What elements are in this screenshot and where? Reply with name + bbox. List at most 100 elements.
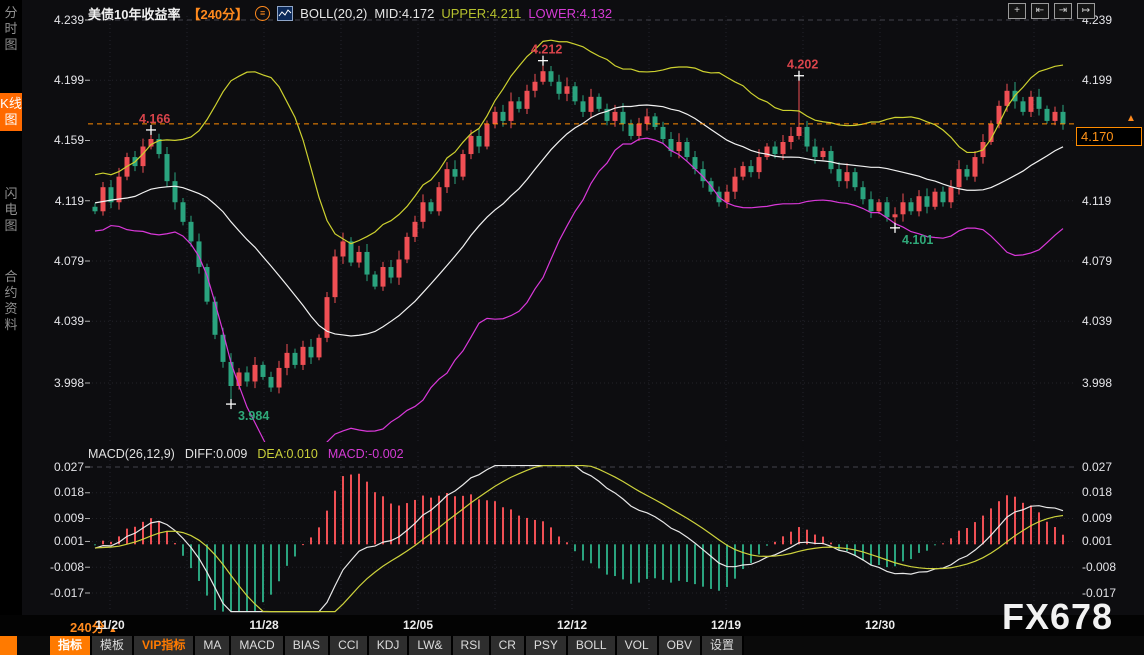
candle-body: [93, 207, 98, 212]
fx678-watermark: FX678: [1002, 596, 1113, 638]
sidebar-item-kline-chart[interactable]: K线图: [0, 93, 22, 131]
candle-body: [589, 97, 594, 112]
candle-body: [661, 127, 666, 139]
candle-body: [901, 202, 906, 214]
toolbar-item-cci[interactable]: CCI: [330, 636, 369, 655]
candle-body: [1029, 97, 1034, 112]
macd-histogram-bar: [534, 520, 536, 544]
candle-body: [261, 365, 266, 377]
macd-histogram-bar: [566, 542, 568, 544]
sidebar-item-time-chart[interactable]: 分时图: [0, 2, 22, 56]
macd-histogram-bar: [766, 544, 768, 545]
candle-body: [725, 192, 730, 203]
go-latest-icon[interactable]: ↦: [1077, 3, 1095, 19]
macd-histogram-bar: [630, 544, 632, 583]
macd-histogram-bar: [1038, 512, 1040, 544]
candle-body: [269, 377, 274, 388]
macd-histogram-bar: [390, 504, 392, 545]
toolbar-item-bias[interactable]: BIAS: [285, 636, 330, 655]
candle-body: [677, 142, 682, 151]
candle-body: [557, 82, 562, 94]
macd-histogram-bar: [718, 544, 720, 590]
macd-histogram-bar: [478, 499, 480, 544]
toolbar-item-rsi[interactable]: RSI: [453, 636, 491, 655]
macd-histogram-bar: [678, 544, 680, 580]
y-axis-label: 4.079: [1082, 254, 1140, 268]
candle-body: [293, 353, 298, 365]
toolbar-item-vol[interactable]: VOL: [617, 636, 659, 655]
sidebar-item-label: 闪电图: [4, 186, 17, 233]
candle-body: [629, 124, 634, 136]
macd-histogram-bar: [662, 544, 664, 580]
candle-body: [1061, 112, 1066, 124]
macd-histogram-bar: [558, 536, 560, 544]
candle-body: [837, 169, 842, 181]
macd-histogram-bar: [318, 527, 320, 544]
macd-histogram-bar: [998, 501, 1000, 544]
candle-body: [861, 187, 866, 199]
y-axis-label: 4.199: [1082, 73, 1140, 87]
macd-histogram-bar: [174, 543, 176, 544]
sidebar-item-contract-info[interactable]: 合约资料: [0, 266, 22, 336]
candle-body: [1021, 101, 1026, 112]
x-axis-date: 11/20: [88, 618, 132, 632]
candle-body: [165, 154, 170, 181]
toolbar-item-template[interactable]: 模板: [92, 636, 134, 655]
candle-body: [765, 147, 770, 158]
candle-body: [245, 372, 250, 381]
toolbar-item-ma[interactable]: MA: [195, 636, 231, 655]
candle-body: [573, 86, 578, 101]
macd-axis-label: -0.008: [1082, 560, 1140, 574]
sidebar-item-flash-chart[interactable]: 闪电图: [0, 183, 22, 237]
toolbar-item-psy[interactable]: PSY: [526, 636, 568, 655]
macd-histogram-bar: [382, 496, 384, 544]
candle-body: [685, 142, 690, 157]
toolbar-item-lw[interactable]: LW&: [409, 636, 452, 655]
candle-body: [789, 136, 794, 142]
macd-histogram-bar: [142, 522, 144, 544]
hamburger-circle-icon[interactable]: ≡: [255, 6, 270, 21]
candle-body: [749, 166, 754, 172]
macd-diff-value: DIFF:0.009: [185, 447, 248, 461]
sidebar-item-label: K线图: [0, 96, 22, 127]
fit-right-icon[interactable]: ⇥: [1054, 3, 1072, 19]
macd-histogram-bar: [622, 544, 624, 579]
macd-params-label: MACD(26,12,9): [88, 447, 175, 461]
crosshair-move-icon[interactable]: +: [1008, 3, 1026, 19]
macd-histogram-bar: [606, 544, 608, 574]
toolbar-item-vip-indicator[interactable]: VIP指标: [134, 636, 195, 655]
candle-body: [477, 136, 482, 147]
toolbar-item-macd[interactable]: MACD: [231, 636, 284, 655]
macd-histogram-bar: [246, 544, 248, 611]
orange-corner-block: [0, 636, 17, 655]
candle-body: [757, 157, 762, 172]
boll-mid-value: MID:4.172: [374, 6, 434, 21]
candle-body: [637, 124, 642, 136]
macd-histogram-bar: [294, 544, 296, 556]
toolbar-item-boll[interactable]: BOLL: [568, 636, 617, 655]
toolbar-item-obv[interactable]: OBV: [659, 636, 702, 655]
fit-left-icon[interactable]: ⇤: [1031, 3, 1049, 19]
toolbar-item-settings[interactable]: 设置: [702, 636, 744, 655]
candle-body: [917, 196, 922, 211]
macd-histogram-bar: [790, 532, 792, 545]
macd-histogram-bar: [550, 527, 552, 544]
candle-body: [429, 202, 434, 211]
candle-body: [541, 71, 546, 82]
macd-histogram-bar: [910, 544, 912, 559]
toolbar-item-cr[interactable]: CR: [491, 636, 526, 655]
macd-histogram-bar: [710, 544, 712, 589]
candle-body: [445, 169, 450, 187]
candle-body: [533, 82, 538, 91]
chart-plot-area[interactable]: 4.1663.9844.2124.2024.101: [0, 0, 1144, 655]
toolbar-item-indicator[interactable]: 指标: [50, 636, 92, 655]
candle-body: [597, 97, 602, 109]
macd-histogram-bar: [918, 544, 920, 553]
y-axis-label: 4.119: [1082, 194, 1140, 208]
macd-histogram-bar: [886, 544, 888, 567]
candle-body: [301, 347, 306, 365]
macd-histogram-bar: [758, 544, 760, 554]
toolbar-item-kdj[interactable]: KDJ: [369, 636, 410, 655]
macd-histogram-bar: [670, 544, 672, 582]
macd-histogram-bar: [958, 531, 960, 545]
